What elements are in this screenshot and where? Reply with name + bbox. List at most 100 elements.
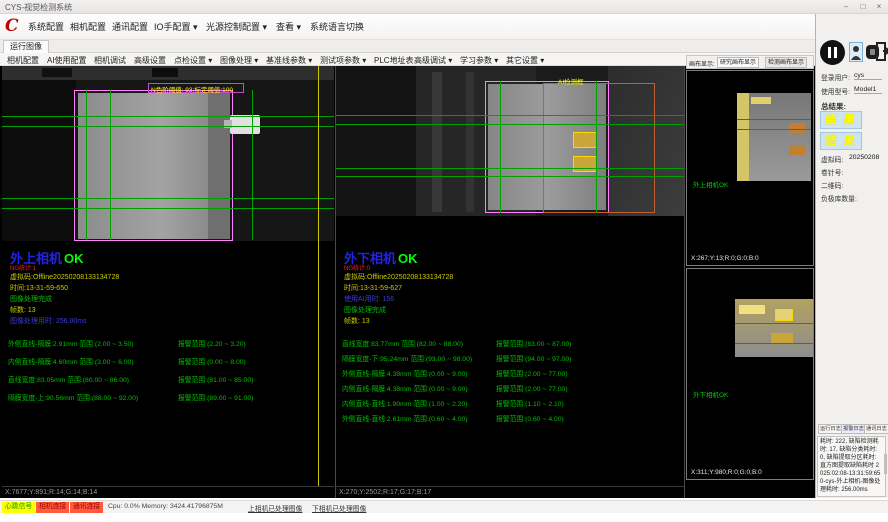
menu-comm-config[interactable]: 通讯配置 xyxy=(112,20,148,33)
app-logo-icon: C xyxy=(5,16,23,37)
measure-line xyxy=(2,126,334,127)
log-scrollbar[interactable] xyxy=(884,454,887,474)
window-title: CYS-视觉检测系统 xyxy=(5,2,72,13)
tool-baseline-params[interactable]: 基准线参数 ▾ xyxy=(266,55,312,66)
negative-count-label: 负极库数量: xyxy=(821,193,857,203)
tool-camera-debug[interactable]: 相机调试 xyxy=(94,55,126,66)
menu-light-config[interactable]: 光源控制配置 ▾ xyxy=(206,20,267,33)
tool-spot-check[interactable]: 点检设置 ▾ xyxy=(174,55,212,66)
menu-view[interactable]: 查看 ▾ xyxy=(276,20,301,33)
camera-bottom-ai-time: 使用AI用时: 156 xyxy=(344,294,394,304)
virtual-code-label: 虚拟码: xyxy=(821,154,843,164)
camera-bottom-barcode: 虚拟码:Offline20250208133134728 xyxy=(344,272,453,282)
tab-run-image[interactable]: 运行图像 xyxy=(3,40,49,53)
result-box-top: 结 果 xyxy=(820,111,862,129)
exit-icon xyxy=(876,42,888,61)
measurement-alarm: 报警范围:(89.00 ~ 91.00) xyxy=(178,392,253,402)
pause-icon xyxy=(834,47,837,58)
camera-top-panel: N色阶阈值: 93;标定阈值:100 外上相机OK NG统计:1 虚拟码:Off… xyxy=(2,66,334,498)
menu-system-config[interactable]: 系统配置 xyxy=(28,20,64,33)
measure-line xyxy=(500,81,501,213)
tab-detect-canvas[interactable]: 检测画布显示 xyxy=(765,57,807,68)
thumbnail-top-ok: 外上相机OK xyxy=(693,179,728,189)
maximize-button[interactable]: □ xyxy=(855,1,871,13)
right-sidebar: 登录用户: cys 使用型号: Model1 总结果: 结 果 结 果 虚拟码:… xyxy=(815,14,888,498)
measurement-alarm: 报警范围:(2.00 ~ 77.00) xyxy=(496,383,568,393)
tab-comm-log[interactable]: 通讯日志 xyxy=(864,424,888,434)
menu-language-switch[interactable]: 系统语言切换 xyxy=(310,20,364,33)
tab-research-canvas[interactable]: 研究画布显示 xyxy=(717,57,759,68)
menu-io-config[interactable]: IO手配置 ▾ xyxy=(154,20,198,33)
highlight-mark xyxy=(789,145,805,155)
highlight-mark xyxy=(775,309,793,321)
thumbnail-bottom-camera[interactable]: 外下相机OK X:311;Y:980;R:0;G:0;B:0 xyxy=(686,268,814,480)
user-login-button[interactable] xyxy=(849,42,863,62)
measure-line xyxy=(2,116,334,117)
measure-line xyxy=(2,198,334,199)
tool-advanced-debug[interactable]: 高级调试 ▾ xyxy=(414,55,452,66)
vertical-marker-line xyxy=(318,66,319,486)
log-text-area[interactable]: 耗时: 222, 缺陷检测耗时: 17, 缺陷分类耗时: 0, 缺陷提取分区耗时… xyxy=(817,436,886,497)
gold-contact xyxy=(573,132,597,148)
exit-button[interactable] xyxy=(876,42,888,61)
measurement-row: 外侧直线-直线:2.61mm 范围:(0.60 ~ 4.00) xyxy=(342,413,468,423)
measure-line xyxy=(737,119,811,120)
camera-bottom-done: 图像处理完成 xyxy=(344,305,386,315)
gold-contact xyxy=(573,156,597,172)
measurement-alarm: 报警范围:(0.00 ~ 8.00) xyxy=(178,356,246,366)
measure-line xyxy=(110,90,111,240)
camera-bottom-status: OK xyxy=(398,251,418,266)
camera-bottom-coords: X:270;Y:2502;R:17;G:17;B:17 xyxy=(336,486,684,498)
tab-alarm-log[interactable]: 报警日志 xyxy=(841,424,866,434)
tool-advanced-settings[interactable]: 高级设置 xyxy=(134,55,166,66)
camera-bottom-image[interactable]: AI检测框 xyxy=(336,66,684,216)
pin-number-label: 卷针号: xyxy=(821,167,843,177)
machine-stripe xyxy=(432,72,442,212)
thumbnail-top-camera[interactable]: 外上相机OK X:267;Y:13;R:0;G:0;B:0 xyxy=(686,70,814,266)
measurement-alarm: 报警范围:(94.00 ~ 97.00) xyxy=(496,353,571,363)
tool-learning-params[interactable]: 学习参数 ▾ xyxy=(460,55,498,66)
login-user-value[interactable]: cys xyxy=(854,72,882,80)
measurement-alarm: 报警范围:(83.00 ~ 87.00) xyxy=(496,338,571,348)
tool-test-params[interactable]: 测试项参数 ▾ xyxy=(320,55,366,66)
bottom-camera-image-link[interactable]: 下相机已处理图像 xyxy=(312,503,366,513)
measurement-row: 直线宽度:83.77mm 范围:(82.00 ~ 88.00) xyxy=(342,338,463,348)
tool-ai-config[interactable]: AI使用配置 xyxy=(47,55,87,66)
tool-other-settings[interactable]: 其它设置 ▾ xyxy=(506,55,544,66)
measurement-row: 隔膜宽度-上:90.56mm 范围:(88.00 ~ 92.00) xyxy=(8,392,138,402)
menu-camera-config[interactable]: 相机配置 xyxy=(70,20,106,33)
camera-top-image[interactable]: N色阶阈值: 93;标定阈值:100 xyxy=(2,66,334,241)
cpu-memory-text: Cpu: 0.0% Memory: 3424.41796875M xyxy=(108,503,223,510)
comm-connection-badge: 通讯连接 xyxy=(70,502,103,513)
camera-top-time: 时间:13-31-59-650 xyxy=(10,283,68,293)
tab-run-log[interactable]: 运行日志 xyxy=(818,424,843,434)
dark-left-region xyxy=(336,66,416,216)
thumbnail-bottom-image xyxy=(735,299,813,357)
machine-slot xyxy=(152,68,178,77)
camera-top-coords: X:7677;Y:891;R:14;G:14;B:14 xyxy=(2,486,334,498)
measure-line xyxy=(252,90,253,240)
virtual-code-value: 20250208 xyxy=(849,154,879,161)
connector-tab xyxy=(230,115,260,134)
close-button[interactable]: × xyxy=(871,1,887,13)
tool-plc-address[interactable]: PLC地址表 xyxy=(374,55,414,66)
measurement-alarm: 报警范围:(81.00 ~ 85.00) xyxy=(178,374,253,384)
thumbnail-top-image xyxy=(737,93,811,181)
pause-button[interactable] xyxy=(820,40,845,65)
measurement-row: 直线宽度:83.05mm 范围:(80.00 ~ 86.00) xyxy=(8,374,129,384)
measurement-alarm: 报警范围:(2.20 ~ 3.20) xyxy=(178,338,246,348)
minimize-button[interactable]: – xyxy=(838,1,854,13)
ai-detect-label: AI检测框 xyxy=(558,76,584,86)
tool-camera-config[interactable]: 相机配置 xyxy=(7,55,39,66)
camera-top-done: 图像处理完成 xyxy=(10,294,52,304)
highlight-mark xyxy=(751,97,771,104)
camera-bottom-time: 时间:13-31-59-627 xyxy=(344,283,402,293)
top-camera-image-link[interactable]: 上相机已处理图像 xyxy=(248,503,302,513)
user-icon xyxy=(850,44,862,62)
model-value[interactable]: Model1 xyxy=(854,86,882,94)
tool-image-processing[interactable]: 图像处理 ▾ xyxy=(220,55,258,66)
measure-line xyxy=(735,323,813,324)
pause-icon xyxy=(828,47,831,58)
tab-strip: 运行图像 xyxy=(0,40,888,53)
camera-top-status: OK xyxy=(64,251,84,266)
